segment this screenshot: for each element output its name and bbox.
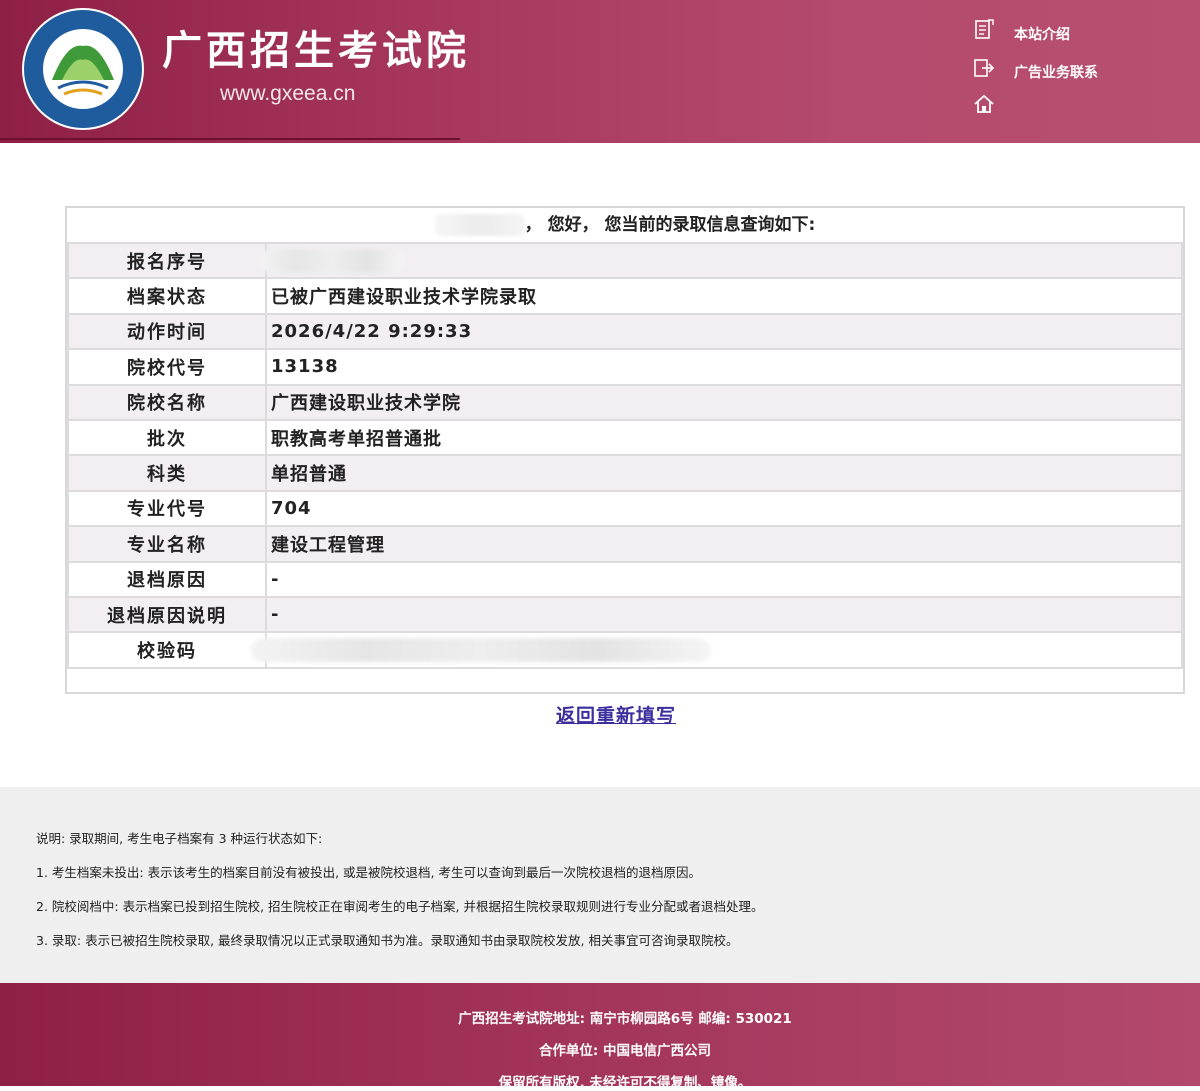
- row-label: 院校名称: [67, 383, 267, 421]
- notes-intro: 说明: 录取期间, 考生电子档案有 3 种运行状态如下:: [36, 831, 323, 846]
- row-label: 动作时间: [67, 312, 267, 351]
- withdraw-reason-detail-value: -: [265, 595, 1183, 634]
- major-code-value: 704: [265, 489, 1183, 528]
- row-label: 科类: [67, 454, 267, 492]
- registration-number-value: [259, 241, 1183, 280]
- table-row: 档案状态 已被广西建设职业技术学院录取: [67, 277, 1183, 315]
- row-label: 退档原因: [67, 560, 267, 598]
- table-row: 退档原因 -: [67, 560, 1183, 598]
- table-row: 批次 职教高考单招普通批: [67, 418, 1183, 457]
- row-label: 校验码: [67, 631, 267, 669]
- top-link-advertising-label: 广告业务联系: [1014, 65, 1098, 81]
- home-icon: [974, 94, 994, 113]
- footer-address: 广西招生考试院地址: 南宁市柳园路6号 邮编: 530021: [458, 1011, 792, 1027]
- footer-copyright: 保留所有版权, 未经许可不得复制、镜像。: [498, 1075, 752, 1091]
- admission-info-table: 报名序号 档案状态 已被广西建设职业技术学院录取 动作时间 2026/4/22 …: [67, 241, 1183, 669]
- major-name-value: 建设工程管理: [265, 525, 1183, 563]
- archive-status-value: 已被广西建设职业技术学院录取: [265, 277, 1183, 315]
- verification-code-value: [251, 631, 1183, 669]
- table-row: 专业名称 建设工程管理: [67, 525, 1183, 563]
- table-row: 科类 单招普通: [67, 454, 1183, 492]
- row-label: 专业名称: [67, 525, 267, 563]
- site-url[interactable]: www.gxeea.cn: [220, 82, 355, 106]
- site-title: 广西招生考试院: [162, 27, 470, 74]
- withdraw-reason-value: -: [265, 560, 1183, 598]
- back-refill-link[interactable]: 返回重新填写: [556, 701, 676, 728]
- logo-emblem-icon: [24, 10, 142, 128]
- row-label: 报名序号: [67, 241, 267, 280]
- status-notes: 说明: 录取期间, 考生电子档案有 3 种运行状态如下: 1. 考生档案未投出:…: [0, 787, 1200, 983]
- category-value: 单招普通: [265, 454, 1183, 492]
- header-divider: [0, 138, 460, 140]
- redacted-name: [434, 214, 525, 236]
- document-icon: [975, 19, 994, 39]
- action-time-value: 2026/4/22 9:29:33: [265, 312, 1183, 351]
- table-row: 报名序号: [67, 241, 1183, 280]
- site-footer: 广西招生考试院地址: 南宁市柳园路6号 邮编: 530021 合作单位: 中国电…: [0, 983, 1200, 1091]
- top-link-about-label: 本站介绍: [1014, 27, 1070, 43]
- table-row: 院校名称 广西建设职业技术学院: [67, 383, 1183, 421]
- row-label: 批次: [67, 418, 267, 457]
- notes-item: 3. 录取: 表示已被招生院校录取, 最终录取情况以正式录取通知书为准。录取通知…: [36, 933, 739, 948]
- school-code-value: 13138: [265, 348, 1183, 386]
- batch-value: 职教高考单招普通批: [265, 418, 1183, 457]
- row-label: 退档原因说明: [67, 595, 267, 634]
- table-row: 动作时间 2026/4/22 9:29:33: [67, 312, 1183, 351]
- table-row: 专业代号 704: [67, 489, 1183, 528]
- site-header: 广西招生考试院 www.gxeea.cn 本站介绍 广告业务联系: [0, 0, 1200, 143]
- exit-icon: [974, 59, 995, 77]
- row-label: 院校代号: [67, 348, 267, 386]
- redacted-registration-number: [259, 248, 404, 273]
- notes-item: 2. 院校阅档中: 表示档案已投到招生院校, 招生院校正在审阅考生的电子档案, …: [36, 899, 764, 914]
- notes-item: 1. 考生档案未投出: 表示该考生的档案目前没有被投出, 或是被院校退档, 考生…: [36, 865, 701, 880]
- table-row: 校验码: [67, 631, 1183, 669]
- site-logo[interactable]: [22, 8, 144, 130]
- greeting-line: ， 您好， 您当前的录取信息查询如下:: [67, 208, 1183, 242]
- admission-result-panel: ， 您好， 您当前的录取信息查询如下: 报名序号 档案状态 已被广西建设职业技术…: [65, 206, 1185, 694]
- school-name-value: 广西建设职业技术学院: [265, 383, 1183, 421]
- row-label: 档案状态: [67, 277, 267, 315]
- footer-partner: 合作单位: 中国电信广西公司: [538, 1043, 712, 1059]
- table-row: 院校代号 13138: [67, 348, 1183, 386]
- table-row: 退档原因说明 -: [67, 595, 1183, 634]
- greeting-text: ， 您好， 您当前的录取信息查询如下:: [524, 215, 816, 235]
- row-label: 专业代号: [67, 489, 267, 528]
- redacted-verification-code: [251, 637, 711, 662]
